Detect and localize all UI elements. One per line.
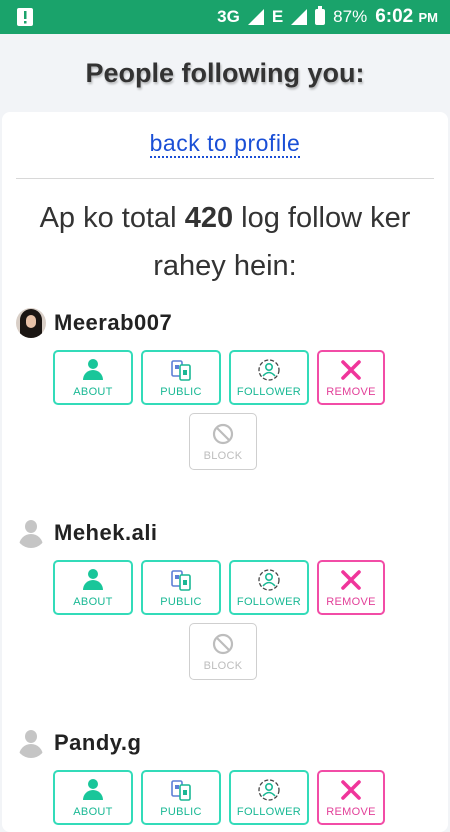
- block-icon: [211, 422, 235, 446]
- remove-label: REMOVE: [326, 385, 376, 398]
- back-to-profile-link[interactable]: back to profile: [149, 130, 301, 158]
- follower-button[interactable]: FOLLOWER: [229, 770, 309, 825]
- block-row: BLOCK: [189, 623, 436, 680]
- follower-label: FOLLOWER: [236, 595, 302, 608]
- remove-button[interactable]: REMOVE: [317, 770, 385, 825]
- action-buttons: ABOUT PUBLIC FOLLOWER REMOVE: [53, 770, 436, 825]
- battery-percent: 87%: [333, 7, 368, 26]
- clock: 6:02 PM: [375, 6, 438, 28]
- network-type: 3G: [217, 7, 240, 26]
- page-header: People following you:: [0, 34, 450, 112]
- user-icon: [81, 568, 105, 592]
- public-button[interactable]: PUBLIC: [141, 350, 221, 405]
- remove-button[interactable]: REMOVE: [317, 560, 385, 615]
- follower-count: 420: [184, 202, 234, 234]
- back-link-container: back to profile: [2, 130, 448, 158]
- phone-icon: [169, 778, 193, 802]
- x-icon: [339, 778, 363, 802]
- user-icon: [81, 778, 105, 802]
- follower-count-text: Ap ko total 420 log follow ker rahey hei…: [22, 194, 428, 290]
- block-label: BLOCK: [203, 659, 243, 672]
- about-label: ABOUT: [73, 385, 113, 398]
- intro-before: Ap ko total: [39, 202, 185, 234]
- divider: [16, 178, 434, 179]
- signal-icon-2: [291, 9, 308, 25]
- block-row: BLOCK: [189, 413, 436, 470]
- signal-icon: [247, 9, 264, 25]
- status-bar: 3G E 87% 6:02 PM: [0, 0, 450, 34]
- about-label: ABOUT: [73, 805, 113, 818]
- avatar[interactable]: [16, 728, 46, 758]
- phone-icon: [169, 358, 193, 382]
- action-buttons: ABOUT PUBLIC FOLLOWER REMOVE: [53, 350, 436, 405]
- block-label: BLOCK: [203, 449, 243, 462]
- follower-icon: [257, 568, 281, 592]
- x-icon: [339, 568, 363, 592]
- clock-ampm: PM: [418, 10, 439, 25]
- follower-item: Pandy.g ABOUT PUBLIC FOLLOWER REMOVE: [16, 728, 436, 825]
- data-type: E: [271, 7, 284, 26]
- user-icon: [81, 358, 105, 382]
- follower-label: FOLLOWER: [236, 385, 302, 398]
- follower-label: FOLLOWER: [236, 805, 302, 818]
- about-button[interactable]: ABOUT: [53, 560, 133, 615]
- public-label: PUBLIC: [160, 805, 202, 818]
- public-label: PUBLIC: [160, 385, 202, 398]
- notification-icon: [17, 8, 33, 26]
- block-button[interactable]: BLOCK: [189, 623, 257, 680]
- avatar[interactable]: [16, 308, 46, 338]
- follower-button[interactable]: FOLLOWER: [229, 560, 309, 615]
- remove-button[interactable]: REMOVE: [317, 350, 385, 405]
- about-button[interactable]: ABOUT: [53, 770, 133, 825]
- follower-icon: [257, 358, 281, 382]
- battery-icon: [315, 6, 326, 25]
- public-button[interactable]: PUBLIC: [141, 770, 221, 825]
- public-button[interactable]: PUBLIC: [141, 560, 221, 615]
- remove-label: REMOVE: [326, 595, 376, 608]
- follower-button[interactable]: FOLLOWER: [229, 350, 309, 405]
- page-title: People following you:: [85, 57, 365, 88]
- follower-icon: [257, 778, 281, 802]
- user-row: Mehek.ali: [16, 518, 436, 548]
- block-button[interactable]: BLOCK: [189, 413, 257, 470]
- username[interactable]: Meerab007: [54, 310, 172, 336]
- block-icon: [211, 632, 235, 656]
- action-buttons: ABOUT PUBLIC FOLLOWER REMOVE: [53, 560, 436, 615]
- remove-label: REMOVE: [326, 805, 376, 818]
- avatar[interactable]: [16, 518, 46, 548]
- user-row: Meerab007: [16, 308, 436, 338]
- clock-time: 6:02: [375, 6, 414, 27]
- about-button[interactable]: ABOUT: [53, 350, 133, 405]
- username[interactable]: Mehek.ali: [54, 520, 158, 546]
- follower-item: Mehek.ali ABOUT PUBLIC FOLLOWER REMOVE B…: [16, 518, 436, 680]
- public-label: PUBLIC: [160, 595, 202, 608]
- phone-icon: [169, 568, 193, 592]
- about-label: ABOUT: [73, 595, 113, 608]
- followers-card: back to profile Ap ko total 420 log foll…: [2, 112, 448, 832]
- follower-item: Meerab007 ABOUT PUBLIC FOLLOWER REMOVE B…: [16, 308, 436, 470]
- username[interactable]: Pandy.g: [54, 730, 141, 756]
- x-icon: [339, 358, 363, 382]
- user-row: Pandy.g: [16, 728, 436, 758]
